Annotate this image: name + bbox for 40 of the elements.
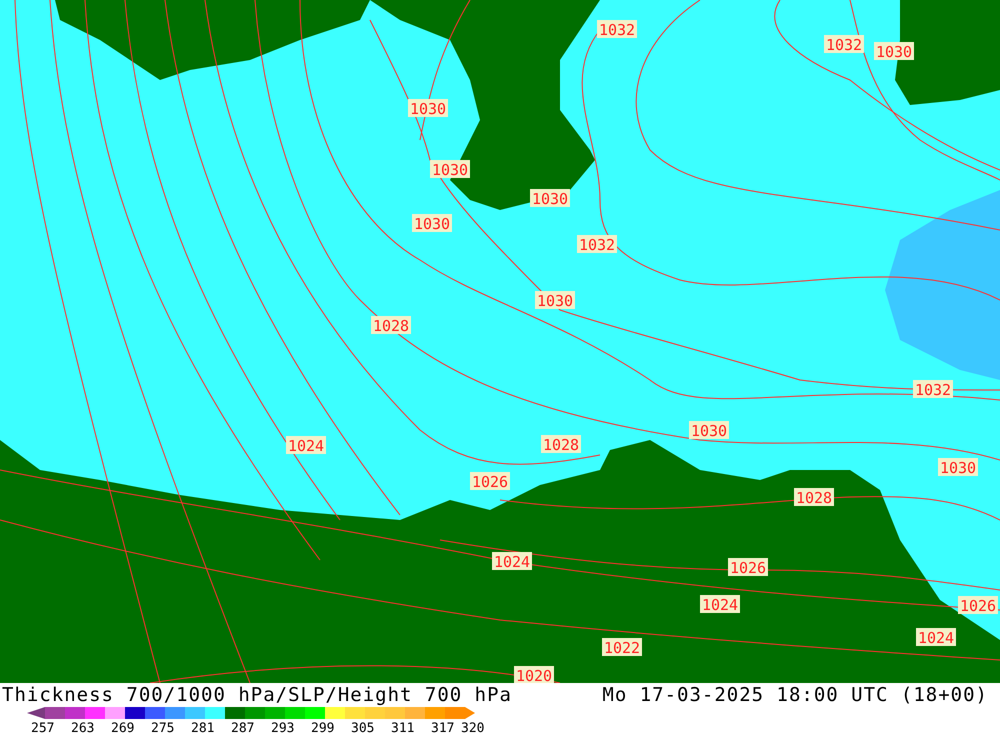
isobar-label: 1028: [371, 316, 411, 335]
legend-arrow-right: [465, 707, 475, 719]
isobar-label: 1024: [700, 595, 740, 614]
isobar-label: 1032: [913, 380, 953, 399]
map-title: Thickness 700/1000 hPa/SLP/Height 700 hPa: [2, 684, 512, 706]
isobar-label: 1032: [597, 20, 637, 39]
isobar-label: 1024: [492, 552, 532, 571]
isobar-label: 1026: [470, 472, 510, 491]
isobar-label: 1030: [535, 291, 575, 310]
legend-tick-label: 287: [231, 721, 254, 733]
isobar-label: 1024: [916, 628, 956, 647]
legend-tick-label: 317: [431, 721, 454, 733]
legend-tick-label: 269: [111, 721, 134, 733]
legend-tick-label: 293: [271, 721, 294, 733]
isobar-label: 1030: [408, 99, 448, 118]
isobar-label: 1030: [430, 160, 470, 179]
isobar-label: 1026: [728, 558, 768, 577]
isobar-label: 1028: [794, 488, 834, 507]
legend-tick-label: 275: [151, 721, 174, 733]
isobar-label: 1024: [286, 436, 326, 455]
isobar-label: 1030: [412, 214, 452, 233]
legend-arrow-left: [27, 707, 45, 719]
isobar-label: 1026: [958, 596, 998, 615]
isobar-label: 1022: [602, 638, 642, 657]
isobar-label: 1028: [541, 435, 581, 454]
legend-tick-label: 263: [71, 721, 94, 733]
isobar-label: 1032: [577, 235, 617, 254]
legend-tick-label: 311: [391, 721, 414, 733]
isobar-label: 1030: [530, 189, 570, 208]
isobar-label: 1020: [514, 666, 554, 683]
legend-tick-label: 299: [311, 721, 334, 733]
legend-tick-label: 320: [461, 721, 484, 733]
legend-tick-label: 281: [191, 721, 214, 733]
legend-tick-label: 257: [31, 721, 54, 733]
isobar-label: 1030: [874, 42, 914, 61]
isobar-label: 1030: [938, 458, 978, 477]
map-datetime: Mo 17-03-2025 18:00 UTC (18+00): [602, 684, 988, 706]
legend-tick-label: 305: [351, 721, 374, 733]
isobar-label: 1030: [689, 421, 729, 440]
isobar-label: 1032: [824, 35, 864, 54]
